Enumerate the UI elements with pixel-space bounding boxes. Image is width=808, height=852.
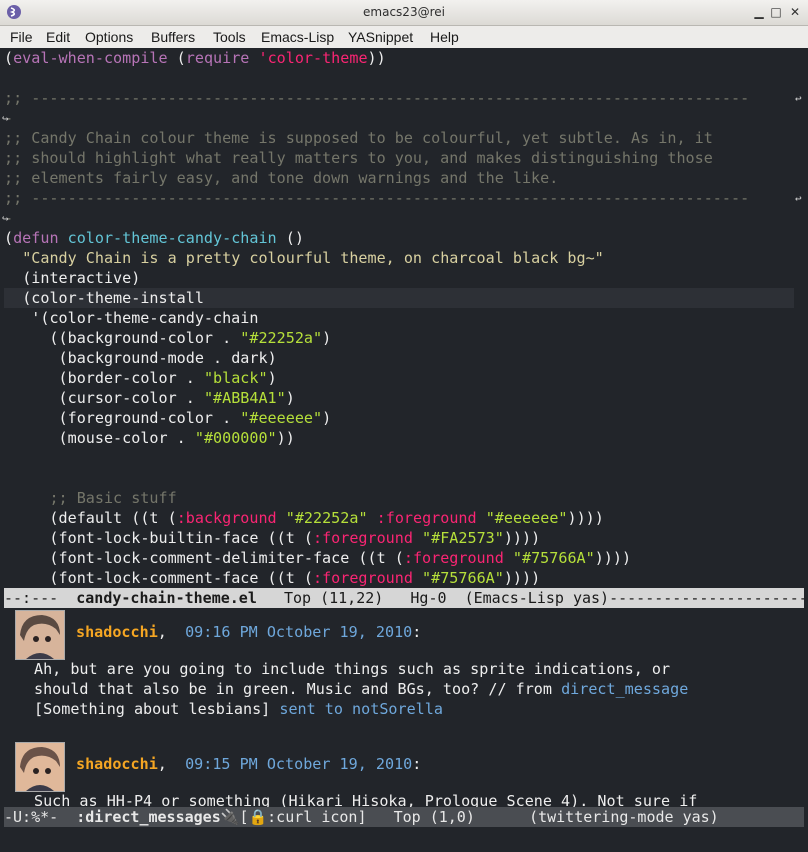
timestamp[interactable]: 09:15 PM October 19, 2010 [185, 755, 412, 773]
current-line: (color-theme-install [4, 288, 794, 308]
timestamp[interactable]: 09:16 PM October 19, 2010 [185, 623, 412, 641]
plug-icon: 🔌 [220, 808, 240, 826]
tweet-header: shadocchi, 09:16 PM October 19, 2010: [76, 623, 422, 641]
comment-wrap: - [4, 209, 14, 227]
docstring: "Candy Chain is a pretty colourful theme… [22, 249, 604, 267]
username[interactable]: shadocchi [76, 755, 158, 773]
wrap-arrow-icon: ↪ [2, 212, 9, 225]
right-fringe [794, 48, 808, 588]
close-icon[interactable]: ✕ [788, 5, 802, 19]
param-line: (border-color . "black") [4, 369, 277, 387]
face-line: (default ((t (:background "#22252a" :for… [4, 509, 604, 527]
param-line: (mouse-color . "#000000")) [4, 429, 295, 447]
code-line: (interactive) [22, 269, 141, 287]
comment-wrap: - [4, 109, 14, 127]
avatar-image [16, 611, 64, 659]
menu-emacs-lisp[interactable]: Emacs-Lisp [261, 29, 334, 45]
param-line: (foreground-color . "#eeeeee") [4, 409, 332, 427]
source-link[interactable]: direct_message [561, 680, 688, 698]
avatar-image [16, 743, 64, 791]
face-line: (font-lock-comment-face ((t (:foreground… [4, 569, 541, 587]
face-line: (font-lock-comment-delimiter-face ((t (:… [4, 549, 632, 567]
comment-rule: ;; -------------------------------------… [4, 89, 750, 107]
defun-name: color-theme-candy-chain [67, 229, 277, 247]
comment-rule: ;; -------------------------------------… [4, 189, 750, 207]
wrap-arrow-icon: ↩ [795, 92, 802, 105]
avatar[interactable] [15, 610, 65, 660]
title-bar: emacs23@rei ▁ □ ✕ [0, 0, 808, 26]
mode-line-top[interactable]: --:--- candy-chain-theme.el Top (11,22) … [4, 588, 804, 608]
menu-options[interactable]: Options [85, 29, 133, 45]
menu-buffers[interactable]: Buffers [151, 29, 195, 45]
twittering-buffer[interactable]: shadocchi, 09:16 PM October 19, 2010: Ah… [4, 608, 794, 807]
comment-line: ;; elements fairly easy, and tone down w… [4, 169, 559, 187]
menu-edit[interactable]: Edit [46, 29, 70, 45]
param-line: ((background-color . "#22252a") [4, 329, 332, 347]
menu-tools[interactable]: Tools [213, 29, 246, 45]
code-line: (defun color-theme-candy-chain () [4, 229, 304, 247]
editor-buffer[interactable]: (eval-when-compile (require 'color-theme… [4, 48, 794, 588]
avatar[interactable] [15, 742, 65, 792]
tweet-text: Such as HH-P4 or something (Hikari Hisok… [34, 792, 698, 807]
menu-bar: File Edit Options Buffers Tools Emacs-Li… [0, 26, 808, 49]
tweet-text: [Something about lesbians] sent to notSo… [34, 700, 443, 718]
menu-help[interactable]: Help [430, 29, 459, 45]
buffer-name[interactable]: :direct_messages [76, 808, 221, 826]
emacs-window: emacs23@rei ▁ □ ✕ File Edit Options Buff… [0, 0, 808, 852]
tweet-text: Ah, but are you going to include things … [34, 660, 671, 678]
comment-line: ;; Candy Chain colour theme is supposed … [4, 129, 713, 147]
param-line: (cursor-color . "#ABB4A1") [4, 389, 295, 407]
code-line: (eval-when-compile (require 'color-theme… [4, 48, 794, 68]
wrap-arrow-icon: ↩ [795, 192, 802, 205]
menu-yasnippet[interactable]: YASnippet [348, 29, 413, 45]
buffer-name[interactable]: candy-chain-theme.el [76, 589, 257, 607]
minimize-icon[interactable]: ▁ [752, 5, 766, 19]
param-line: (background-mode . dark) [4, 349, 277, 367]
mode-line-bottom[interactable]: -U:%*- :direct_messages🔌[🔒:curl icon] To… [4, 807, 804, 827]
code-line: '(color-theme-candy-chain [31, 309, 259, 327]
defun-keyword: defun [13, 229, 59, 247]
menu-file[interactable]: File [10, 29, 33, 45]
wrap-arrow-icon: ↪ [2, 112, 9, 125]
minibuffer[interactable] [0, 827, 808, 852]
face-line: (font-lock-builtin-face ((t (:foreground… [4, 529, 541, 547]
comment-line: ;; should highlight what really matters … [4, 149, 713, 167]
recipient-link[interactable]: sent to notSorella [279, 700, 443, 718]
maximize-icon[interactable]: □ [769, 5, 783, 19]
tweet-text: should that also be in green. Music and … [34, 680, 689, 698]
lock-icon: 🔒 [248, 808, 268, 826]
comment-line: ;; Basic stuff [49, 489, 177, 507]
window-title: emacs23@rei [363, 5, 445, 19]
username[interactable]: shadocchi [76, 623, 158, 641]
tweet-header: shadocchi, 09:15 PM October 19, 2010: [76, 755, 422, 773]
eval-form: (eval-when-compile (require 'color-theme… [4, 49, 386, 67]
